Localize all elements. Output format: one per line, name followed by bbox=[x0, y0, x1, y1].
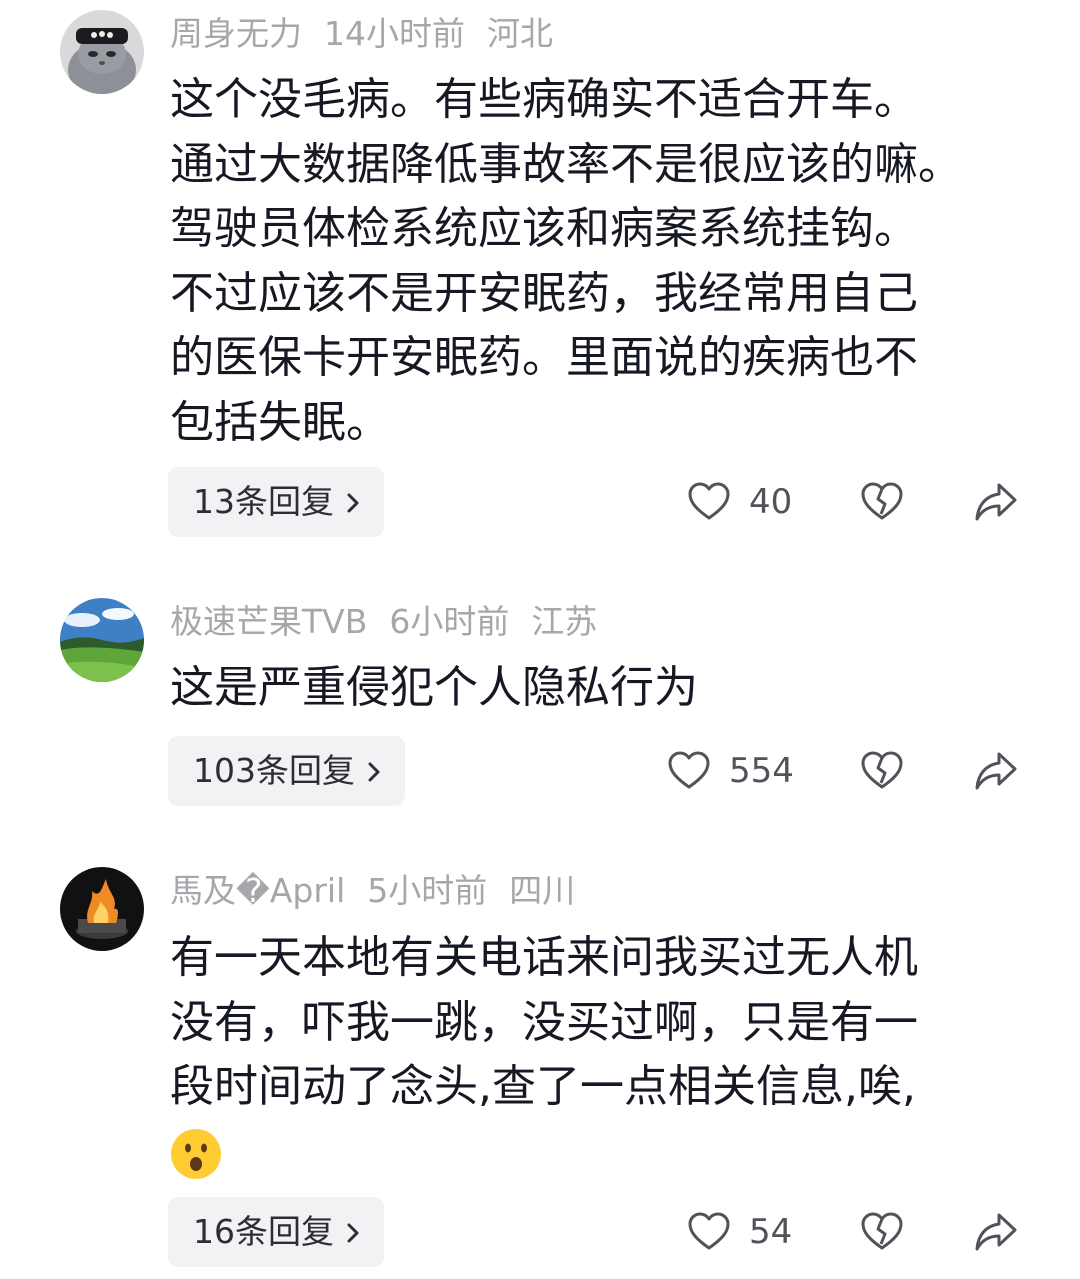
share-icon[interactable] bbox=[973, 748, 1019, 794]
comment-line: 通过大数据降低事故率不是很应该的嘛。 bbox=[170, 138, 962, 190]
comment-line: 这个没毛病。有些病确实不适合开车。 bbox=[170, 74, 918, 125]
comment-emoji-line bbox=[170, 1120, 1030, 1185]
comment-line: 没有，吓我一跳，没买过啊，只是有一 bbox=[170, 996, 918, 1048]
comment-location: 四川 bbox=[509, 871, 576, 910]
comment-time: 6小时前 bbox=[389, 602, 510, 641]
author-name[interactable]: 极速芒果TVB bbox=[170, 602, 367, 641]
comment-meta: 极速芒果TVB 6小时前 江苏 bbox=[170, 602, 619, 642]
like-count: 54 bbox=[749, 1212, 793, 1252]
comment-line: 驾驶员体检系统应该和病案系统挂钩。 bbox=[170, 203, 918, 254]
avatar[interactable] bbox=[60, 598, 144, 682]
avatar[interactable] bbox=[60, 10, 144, 94]
comment-time: 14小时前 bbox=[324, 14, 465, 53]
dislike-icon[interactable] bbox=[859, 479, 905, 525]
like-icon[interactable] bbox=[686, 479, 732, 525]
comment-actions: 54 bbox=[0, 1209, 1080, 1279]
author-name[interactable]: 周身无力 bbox=[170, 14, 302, 53]
author-name[interactable]: 馬及�April bbox=[170, 871, 345, 910]
dislike-icon[interactable] bbox=[859, 748, 905, 794]
share-icon[interactable] bbox=[973, 479, 1019, 525]
dislike-icon[interactable] bbox=[859, 1209, 905, 1255]
surprised-face-emoji bbox=[171, 1128, 221, 1179]
comment-meta: 馬及�April 5小时前 四川 bbox=[170, 871, 597, 911]
comment-line: 的医保卡开安眠药。里面说的疾病也不 bbox=[170, 332, 918, 383]
comment-actions: 40 bbox=[0, 479, 1080, 549]
like-count: 40 bbox=[749, 482, 793, 522]
landscape-avatar-icon bbox=[60, 598, 144, 682]
like-icon[interactable] bbox=[666, 748, 712, 794]
comment-time: 5小时前 bbox=[367, 871, 488, 910]
like-count: 554 bbox=[729, 751, 794, 791]
fire-avatar-icon bbox=[60, 867, 144, 951]
share-icon[interactable] bbox=[973, 1209, 1019, 1255]
comment-location: 江苏 bbox=[531, 602, 598, 641]
comment-line: 包括失眠。 bbox=[170, 396, 390, 448]
comment-line: 这是严重侵犯个人隐私行为 bbox=[170, 662, 698, 713]
comment-actions: 554 bbox=[0, 748, 1080, 818]
comment-text: 这个没毛病。有些病确实不适合开车。 通过大数据降低事故率不是很应该的嘛。 驾驶员… bbox=[170, 68, 1030, 455]
avatar[interactable] bbox=[60, 867, 144, 951]
like-icon[interactable] bbox=[686, 1209, 732, 1255]
cat-avatar-icon bbox=[60, 10, 144, 94]
comment-line: 段时间动了念头,查了一点相关信息,唉, bbox=[170, 1061, 916, 1112]
comment-meta: 周身无力 14小时前 河北 bbox=[170, 14, 575, 54]
comment-line: 不过应该不是开安眠药，我经常用自己 bbox=[170, 267, 918, 319]
comment-location: 河北 bbox=[487, 14, 553, 53]
comment-line: 有一天本地有关电话来问我买过无人机 bbox=[170, 932, 918, 983]
comment-text: 有一天本地有关电话来问我买过无人机 没有，吓我一跳，没买过啊，只是有一 段时间动… bbox=[170, 926, 1030, 1184]
comment-text: 这是严重侵犯个人隐私行为 bbox=[170, 656, 1030, 721]
